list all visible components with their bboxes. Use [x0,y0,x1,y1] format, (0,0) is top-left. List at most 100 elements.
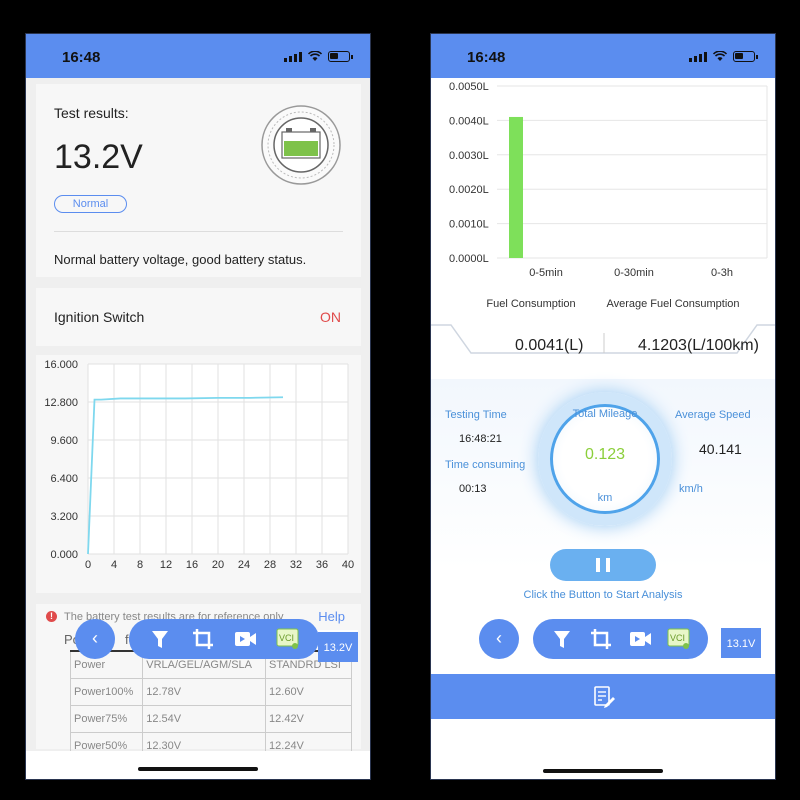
mileage-dashboard: Testing Time 16:48:21 Time consuming 00:… [431,379,775,569]
y-tick-label: 6.400 [50,473,78,485]
average-speed-label: Average Speed [675,409,751,421]
home-indicator[interactable] [543,769,663,773]
phone-screen-fuel-test: 16:48 0.0000L 0.0010L 0.0020L 0.0030L 0.0040… [430,33,776,780]
y-tick-label: 0.0030L [449,150,489,162]
total-mileage-value: 0.123 [584,446,626,463]
fuel-bar-chart: 0.0000L 0.0010L 0.0020L 0.0030L 0.0040L 0.005… [449,81,768,310]
tool-bar: VCI [533,619,708,659]
back-button[interactable]: ‹ [479,619,519,659]
home-area [26,751,370,779]
analysis-hint: Click the Button to Start Analysis [523,589,683,601]
x-tick-label: 16 [186,559,198,571]
mileage-ring: Total Mileage 0.123 km [538,392,672,526]
time-consuming-value: 00:13 [459,483,487,495]
home-indicator[interactable] [138,767,258,771]
table-cell: Power75% [69,704,144,733]
x-tick-label: 12 [160,559,172,571]
filter-icon[interactable] [549,626,575,652]
testing-time-label: Testing Time [445,409,507,421]
y-tick-label: 16.000 [44,359,78,371]
y-tick-label: 0.0010L [449,219,489,231]
battery-icon [733,51,758,62]
reference-table: Power VRLA/GEL/AGM/SLA STANDRD LSI Power100… [69,650,352,760]
x-tick-label: 8 [137,559,143,571]
tool-bar: VCI [129,619,319,659]
voltage-chip[interactable]: 13.1V [721,626,761,658]
x-tick-label: 4 [111,559,117,571]
x-tick-label: 40 [342,559,354,571]
test-results-label: Test results: [54,105,129,121]
pause-icon-bar-right [606,558,610,572]
avg-fuel-consumption-value: 4.1203(L/100km) [638,337,759,354]
mileage-unit: km [597,492,613,504]
average-speed-value: 40.141 [699,441,742,457]
home-area [431,719,775,779]
y-tick-label: 0.0040L [449,115,489,127]
status-bar: 16:48 [431,34,775,78]
y-tick-label: 9.600 [50,435,78,447]
status-time: 16:48 [62,49,101,66]
x-tick-label: 24 [238,559,250,571]
table-cell: 12.54V [142,704,267,733]
crop-icon[interactable] [588,626,614,652]
warning-icon: ! [46,611,57,622]
video-record-icon[interactable] [627,626,653,652]
table-row: Power75% 12.54V 12.42V [69,704,352,733]
battery-icon [328,51,353,62]
pause-icon-bar-left [596,558,600,572]
table-cell: 12.42V [265,704,352,733]
vci-label: VCI [670,633,685,643]
vci-icon[interactable]: VCI [666,626,692,652]
help-link[interactable]: Help [318,609,345,624]
time-consuming-label: Time consuming [445,459,526,471]
signal-icon [689,51,707,62]
status-time: 16:48 [467,49,506,66]
voltage-value: 13.2V [54,138,143,176]
ignition-label: Ignition Switch [54,309,145,325]
testing-time-value: 16:48:21 [459,433,502,445]
y-tick-label: 0.000 [50,549,78,561]
wifi-icon [308,51,322,61]
test-results-card: Test results: 13.2V Normal Normal batter… [36,84,361,277]
ignition-switch-card: Ignition Switch ON [36,288,361,346]
y-tick-label: 0.0000L [449,253,489,265]
speed-unit: km/h [679,483,703,495]
table-cell: Power100% [69,677,144,706]
x-tick-label: 20 [212,559,224,571]
table-row: Power100% 12.78V 12.60V [69,677,352,706]
table-cell: 12.60V [265,677,352,706]
pause-button[interactable] [550,549,656,581]
y-tick-label: 0.0020L [449,184,489,196]
voltage-line-chart: 0 4 8 12 16 20 24 28 32 36 40 0.000 3.200 6.400 9.600 1… [44,359,354,571]
ignition-value: ON [320,309,341,325]
fuel-consumption-value: 0.0041(L) [515,337,584,354]
table-cell: 12.78V [142,677,267,706]
x-tick-label: 0-3h [711,267,733,279]
y-tick-label: 3.200 [50,511,78,523]
vci-icon[interactable]: VCI [275,626,301,652]
total-mileage-label: Total Mileage [572,408,638,420]
battery-gauge-icon [261,105,341,185]
back-button[interactable]: ‹ [75,619,115,659]
status-badge: Normal [54,195,127,213]
report-edit-icon[interactable] [592,685,616,709]
fuel-chart-area: 0.0000L 0.0010L 0.0020L 0.0030L 0.0040L 0.005… [431,78,775,328]
phone-screen-battery-test: 16:48 Test results: 13.2V Normal Normal … [25,33,371,780]
status-description: Normal battery voltage, good battery sta… [54,252,307,267]
video-record-icon[interactable] [232,626,258,652]
crop-icon[interactable] [190,626,216,652]
x-tick-label: 0-5min [529,267,563,279]
divider [54,231,343,232]
voltage-chip[interactable]: 13.2V [318,630,358,662]
filter-icon[interactable] [147,626,173,652]
fuel-consumption-label: Fuel Consumption [486,298,575,310]
wifi-icon [713,51,727,61]
x-tick-label: 36 [316,559,328,571]
avg-fuel-consumption-label: Average Fuel Consumption [606,298,739,310]
footer-bar [431,674,775,719]
x-tick-label: 32 [290,559,302,571]
y-tick-label: 0.0050L [449,81,489,93]
voltage-chart-card: 0 4 8 12 16 20 24 28 32 36 40 0.000 3.200 6.400 9.600 1… [36,355,361,593]
vci-label: VCI [279,633,294,643]
x-tick-label: 28 [264,559,276,571]
